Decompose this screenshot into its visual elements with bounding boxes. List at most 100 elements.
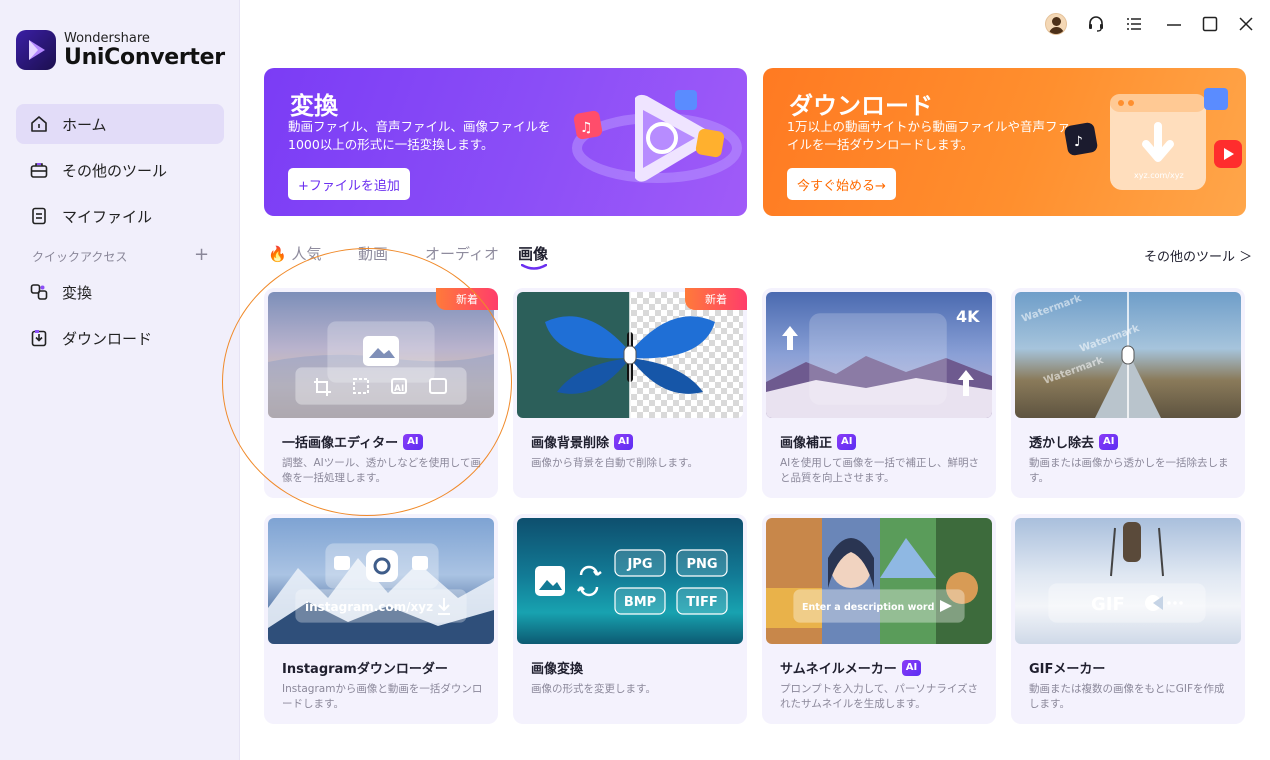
card-image-enhancer[interactable]: 4K 画像補正 AI AIを使用して画像を一括で補正し、鮮明さと品質を向上させま… [762,288,996,498]
format-label: BMP [624,595,656,610]
download-banner[interactable]: xyz.com/xyz ♪ ダウンロード 1万以上の動画サイトから動画ファイルや… [763,68,1246,216]
card-watermark-remover[interactable]: Watermark Watermark Watermark 透かし除去 AI 動… [1011,288,1245,498]
avatar [1045,13,1067,35]
sidebar-item-download[interactable]: ダウンロード [16,318,224,358]
tab-label: オーディオ [425,245,499,263]
card-description: 画像から背景を自動で削除します。 [531,457,698,469]
card-title: 画像背景削除 AI [531,432,634,451]
sidebar-item-convert[interactable]: 変換 [16,272,224,312]
toolbox-icon [28,159,50,181]
card-image-converter[interactable]: JPG PNG BMP TIFF 画像変換 画像の形式を変更します。 [513,514,747,724]
new-badge: 新着 [436,288,498,310]
prompt-placeholder: Enter a description word [802,602,934,613]
quick-access-label: クイックアクセス [32,250,128,264]
sidebar-item-label: マイファイル [62,207,153,226]
card-title: 画像補正 AI [780,432,857,451]
tab-audio[interactable]: オーディオ [425,243,499,264]
card-description: AIを使用して画像を一括で補正し、鮮明さと品質を向上させます。 [780,457,979,484]
menu-icon [1127,18,1141,30]
card-description: 動画または画像から透かしを一括除去します。 [1029,457,1229,484]
card-title-text: 画像変換 [531,662,584,677]
support-button[interactable] [1084,12,1108,36]
tab-image[interactable]: 画像 [518,243,548,264]
card-title: 画像変換 [531,658,583,677]
card-image: GIF [1015,518,1241,644]
tab-popular[interactable]: 🔥 人気 [268,243,321,264]
card-image [517,292,743,418]
maximize-button[interactable] [1198,12,1222,36]
ai-badge: AI [837,433,857,450]
card-description: プロンプトを入力して、パーソナライズされたサムネイルを生成します。 [780,683,979,710]
sidebar-item-other-tools[interactable]: その他のツール [16,150,224,190]
format-label: TIFF [686,595,717,610]
more-tools-link[interactable]: その他のツール ＞ [1144,246,1252,265]
ai-badge: AI [901,659,922,676]
card-title-text: 一括画像エディター [282,436,399,451]
card-title: Instagramダウンローダー [282,658,448,677]
account-button[interactable] [1044,12,1068,36]
card-image: instagram.com/xyz [268,518,494,644]
card-image: AI [268,292,494,418]
fire-icon: 🔥 [268,245,287,263]
card-title: 透かし除去 AI [1029,432,1119,451]
card-gif-maker[interactable]: GIF GIFメーカー 動画または複数の画像をもとにGIFを作成します。 [1011,514,1245,724]
new-badge: 新着 [685,288,747,310]
card-image: 4K [766,292,992,418]
minimize-icon [1167,24,1181,26]
app-logo-icon [16,30,56,70]
instagram-url-text: instagram.com/xyz [305,600,433,614]
card-instagram-downloader[interactable]: instagram.com/xyz Instagramダウンローダー Insta… [264,514,498,724]
sidebar-item-my-files[interactable]: マイファイル [16,196,224,236]
tab-video[interactable]: 動画 [358,243,388,264]
sidebar: Wondershare UniConverter ホーム その他のツール マイフ… [0,0,240,760]
add-file-button[interactable]: +ファイルを追加 [288,168,410,200]
card-title-text: 透かし除去 [1029,436,1095,451]
brand-name: UniConverter [64,44,225,70]
menu-button[interactable] [1122,12,1146,36]
card-description: 画像の形式を変更します。 [531,683,656,695]
card-title-text: GIFメーカー [1029,662,1106,677]
card-description: 動画または複数の画像をもとにGIFを作成します。 [1029,683,1225,710]
sidebar-item-label: 変換 [62,283,93,302]
convert-title: 変換 [290,92,338,120]
gif-label: GIF [1091,594,1125,615]
card-title-text: Instagramダウンローダー [282,662,448,677]
card-description: 調整、AIツール、透かしなどを使用して画像を一括処理します。 [282,457,481,484]
card-thumbnail-maker[interactable]: Enter a description word サムネイルメーカー AI プロ… [762,514,996,724]
ai-badge: AI [614,433,634,450]
sidebar-item-label: ダウンロード [62,329,153,348]
tab-label: 画像 [518,245,549,263]
brand: Wondershare UniConverter [16,30,225,70]
sidebar-item-home[interactable]: ホーム [16,104,224,144]
tab-active-indicator [521,264,547,270]
enhancer-4k-label: 4K [956,307,980,326]
svg-text:AI: AI [394,384,404,394]
convert-description: 動画ファイル、音声ファイル、画像ファイルを1000以上の形式に一括変換します。 [288,119,551,152]
minimize-button[interactable] [1162,12,1186,36]
watermark-text: Watermark [1042,355,1105,387]
card-background-remover[interactable]: 新着 画像背景削除 AI 画像から背景を自動で削除します。 [513,288,747,498]
watermark-text: Watermark [1020,293,1083,325]
card-image: Watermark Watermark Watermark [1015,292,1241,418]
headset-icon [1089,16,1103,32]
ai-badge: AI [403,433,423,450]
tab-label: 動画 [358,245,389,263]
sidebar-item-label: その他のツール [62,161,168,180]
format-label: JPG [626,557,652,572]
card-title: 一括画像エディター AI [282,432,423,451]
start-now-button[interactable]: 今すぐ始める→ [787,168,896,200]
add-quick-access-button[interactable]: + [194,244,209,265]
card-batch-image-editor[interactable]: AI 新着 一括画像エディター AI 調整、AIツール、透かしなどを使用して画像… [264,288,498,498]
card-title: サムネイルメーカー AI [780,658,922,677]
brand-company: Wondershare [64,30,150,46]
download-icon [28,327,50,349]
download-description: 1万以上の動画サイトから動画ファイルや音声ファイルを一括ダウンロードします。 [787,119,1070,152]
convert-banner[interactable]: ♫ 変換 動画ファイル、音声ファイル、画像ファイルを1000以上の形式に一括変換… [264,68,747,216]
card-description: Instagramから画像と動画を一括ダウンロードします。 [282,683,483,710]
maximize-icon [1202,16,1218,32]
card-title-text: 画像背景削除 [531,436,610,451]
format-label: PNG [686,557,717,572]
card-image: Enter a description word [766,518,992,644]
download-art-url: xyz.com/xyz [1134,171,1184,180]
close-button[interactable] [1234,12,1258,36]
